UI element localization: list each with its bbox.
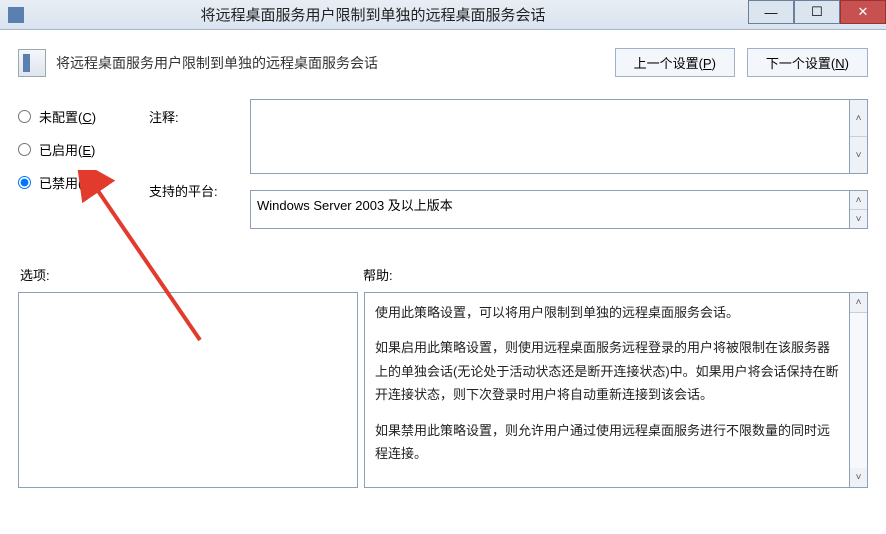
comment-field-wrap: ˄ ˅	[250, 99, 868, 174]
content-area: 将远程桌面服务用户限制到单独的远程桌面服务会话 上一个设置(P) 下一个设置(N…	[0, 30, 886, 488]
policy-name-label: 将远程桌面服务用户限制到单独的远程桌面服务会话	[56, 53, 615, 73]
supported-scroll-down[interactable]: ˅	[850, 210, 867, 228]
prev-key: P	[703, 56, 712, 71]
supported-scroll-up[interactable]: ˄	[850, 191, 867, 210]
supported-label: 支持的平台:	[149, 181, 234, 200]
radio-enabled-input[interactable]	[18, 143, 31, 156]
help-scroll-track[interactable]	[850, 313, 867, 467]
help-text: 使用此策略设置，可以将用户限制到单独的远程桌面服务会话。 如果启用此策略设置，则…	[365, 293, 849, 485]
radio-enabled[interactable]: 已启用(E)	[18, 140, 133, 159]
prev-tail: )	[712, 56, 716, 71]
options-label: 选项:	[18, 265, 363, 284]
close-button[interactable]: ✕	[840, 0, 886, 24]
radio-disabled-input[interactable]	[18, 176, 31, 189]
next-setting-button[interactable]: 下一个设置(N)	[747, 48, 868, 77]
comment-label: 注释:	[149, 107, 234, 181]
comment-input[interactable]	[251, 100, 849, 170]
config-area: 未配置(C) 已启用(E) 已禁用(D) 注释: 支持的平台:	[18, 99, 868, 245]
radio-disabled[interactable]: 已禁用(D)	[18, 173, 133, 192]
radio-en-tail: )	[91, 143, 95, 158]
comment-scroll-down[interactable]: ˅	[850, 137, 867, 173]
radio-not-configured-input[interactable]	[18, 110, 31, 123]
help-p1: 使用此策略设置，可以将用户限制到单独的远程桌面服务会话。	[375, 301, 839, 324]
prev-setting-button[interactable]: 上一个设置(P)	[615, 48, 735, 77]
supported-field-wrap: ˄ ˅	[250, 190, 868, 229]
supported-spin: ˄ ˅	[849, 191, 867, 228]
radio-dis-text: 已禁用(	[39, 176, 82, 191]
state-radio-group: 未配置(C) 已启用(E) 已禁用(D)	[18, 99, 133, 245]
field-labels-column: 注释: 支持的平台:	[149, 99, 234, 245]
help-scroll-up[interactable]: ˄	[850, 293, 867, 313]
help-label: 帮助:	[363, 265, 868, 284]
radio-not-configured[interactable]: 未配置(C)	[18, 107, 133, 126]
next-label-text: 下一个设置(	[766, 56, 835, 71]
prev-label-text: 上一个设置(	[634, 56, 703, 71]
radio-dis-key: D	[82, 176, 91, 191]
radio-dis-tail: )	[92, 176, 96, 191]
help-spin: ˄ ˅	[849, 293, 867, 487]
help-scroll-down[interactable]: ˅	[850, 468, 867, 487]
title-bar: 将远程桌面服务用户限制到单独的远程桌面服务会话 — ☐ ✕	[0, 0, 886, 30]
nav-buttons: 上一个设置(P) 下一个设置(N)	[615, 48, 868, 77]
bottom-boxes: 使用此策略设置，可以将用户限制到单独的远程桌面服务会话。 如果启用此策略设置，则…	[18, 292, 868, 488]
radio-en-key: E	[82, 143, 91, 158]
fields-column: ˄ ˅ ˄ ˅	[250, 99, 868, 245]
help-panel: 使用此策略设置，可以将用户限制到单独的远程桌面服务会话。 如果启用此策略设置，则…	[364, 292, 868, 488]
policy-header: 将远程桌面服务用户限制到单独的远程桌面服务会话 上一个设置(P) 下一个设置(N…	[18, 48, 868, 77]
window-title: 将远程桌面服务用户限制到单独的远程桌面服务会话	[0, 4, 746, 25]
next-key: N	[835, 56, 844, 71]
help-p3: 如果禁用此策略设置，则允许用户通过使用远程桌面服务进行不限数量的同时远程连接。	[375, 419, 839, 466]
supported-input	[251, 191, 849, 225]
bottom-labels-row: 选项: 帮助:	[18, 265, 868, 284]
radio-nc-text: 未配置(	[39, 110, 82, 125]
options-panel	[18, 292, 358, 488]
window-buttons: — ☐ ✕	[748, 0, 886, 30]
comment-scroll-up[interactable]: ˄	[850, 100, 867, 137]
radio-nc-tail: )	[92, 110, 96, 125]
next-tail: )	[845, 56, 849, 71]
radio-nc-key: C	[82, 110, 91, 125]
policy-icon	[18, 49, 46, 77]
maximize-button[interactable]: ☐	[794, 0, 840, 24]
radio-en-text: 已启用(	[39, 143, 82, 158]
help-p2: 如果启用此策略设置，则使用远程桌面服务远程登录的用户将被限制在该服务器上的单独会…	[375, 336, 839, 406]
minimize-button[interactable]: —	[748, 0, 794, 24]
comment-spin: ˄ ˅	[849, 100, 867, 173]
